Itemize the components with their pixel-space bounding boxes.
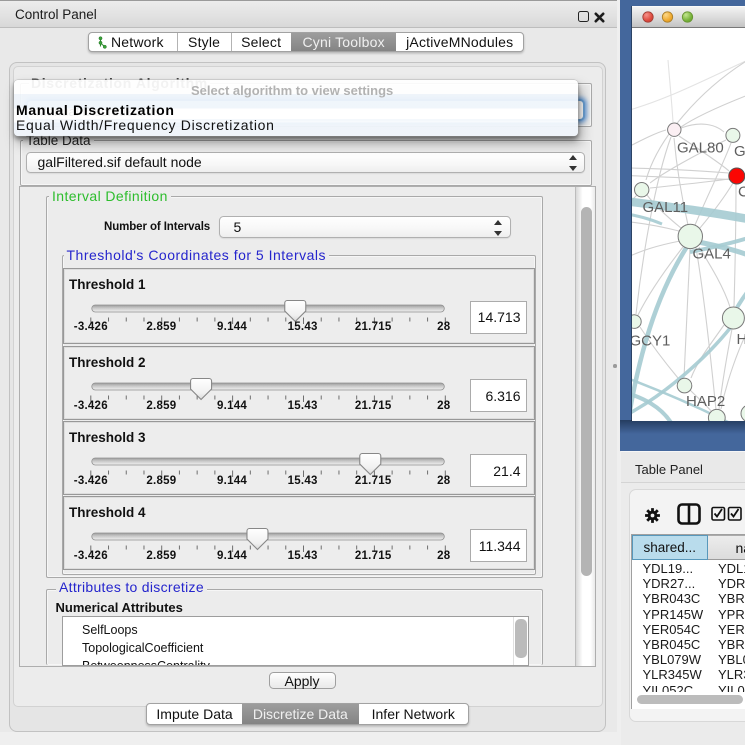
svg-text:GAL4: GAL4 xyxy=(693,246,731,263)
svg-text:GAL11: GAL11 xyxy=(643,199,689,216)
svg-text:HAP2: HAP2 xyxy=(686,393,725,410)
svg-text:GA: GA xyxy=(734,143,745,160)
svg-text:GCY1: GCY1 xyxy=(632,333,670,350)
svg-text:C: C xyxy=(738,184,745,201)
svg-text:GAL80: GAL80 xyxy=(677,140,724,157)
svg-text:H: H xyxy=(737,331,745,348)
